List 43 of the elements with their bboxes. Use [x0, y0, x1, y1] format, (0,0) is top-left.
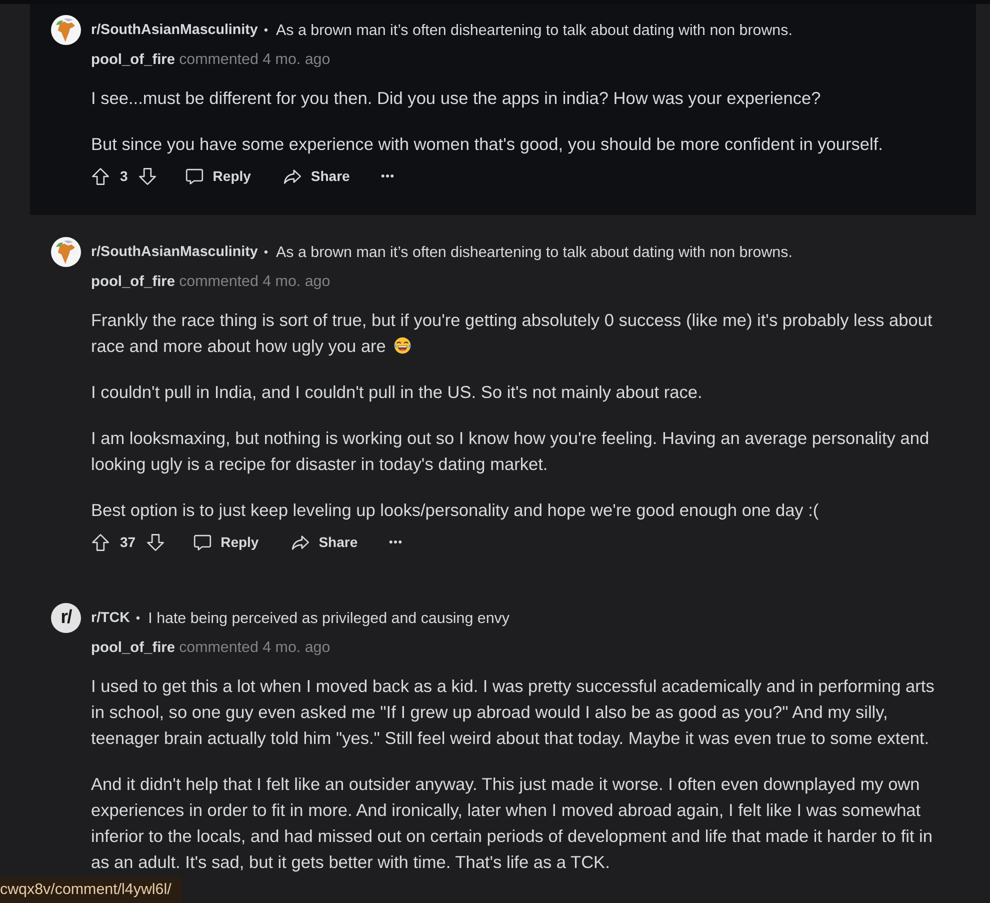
separator-dot: • — [136, 611, 140, 625]
share-button[interactable]: Share — [274, 160, 358, 192]
share-button[interactable]: Share — [282, 526, 366, 558]
link-url-status: cwqx8v/comment/l4ywl6l/ — [0, 877, 182, 903]
comment-text: But since you have some experience with women that's good, you should be more confident in yourself. — [91, 133, 884, 156]
comment-time: commented 4 mo. ago — [179, 50, 330, 70]
downvote-icon[interactable] — [146, 532, 165, 552]
comment-text: I used to get this a lot when I moved back as a kid. I was pretty successful academically and in performing arts in school, so one guy even asked me "If I grew up abroad would I also be as good as you?" And my silly, teenager brain actually told him "yes." Still feel weird about that today. Maybe it was even true to some extent. — [91, 675, 936, 750]
reply-button[interactable]: Reply — [184, 526, 267, 558]
comment-text: Best option is to just keep leveling up looks/personality and hope we're good enough one day :( — [91, 499, 820, 522]
vote-count: 3 — [120, 168, 128, 184]
more-icon[interactable] — [388, 540, 402, 544]
map-avatar-icon — [51, 15, 81, 45]
comment-icon — [192, 532, 212, 552]
reply-button[interactable]: Reply — [176, 160, 259, 192]
map-avatar-icon — [51, 237, 81, 267]
post-title-link[interactable]: As a brown man it’s often disheartening to talk about dating with non browns. — [276, 22, 792, 38]
comment-text: I am looksmaxing, but nothing is working out so I know how you're feeling. Having an average personality and looking ugly is a recipe for disaster in today's dating market. — [91, 427, 930, 476]
comment-text: Frankly the race thing is sort of true, but if you're getting absolutely 0 success (like me) it's probably less about race and more about how ugly you are — [91, 309, 934, 358]
community-avatar: r/ — [51, 603, 81, 633]
more-icon[interactable] — [380, 174, 394, 178]
comment-text: I see...must be different for you then. Did you use the apps in india? How was your experience? — [91, 87, 822, 110]
subreddit-link[interactable]: r/TCK — [91, 610, 130, 626]
username-link[interactable]: pool_of_fire — [91, 638, 176, 658]
comment-icon — [184, 166, 204, 186]
share-icon — [290, 532, 310, 552]
comment-time: commented 4 mo. ago — [179, 638, 330, 658]
username-link[interactable]: pool_of_fire — [91, 50, 176, 70]
comment-text: I couldn't pull in India, and I couldn't pull in the US. So it's not mainly about race. — [91, 381, 704, 404]
post-title-link[interactable]: As a brown man it’s often disheartening to talk about dating with non browns. — [276, 244, 792, 260]
comment-text: And it didn't help that I felt like an outsider anyway. This just made it worse. I often even downplayed my own experiences in order to fit in more. And ironically, later when I moved abroad again, I felt like I was somewhat inferior to the locals, and had missed out on certain periods of development and life that made it harder to fit in as an adult. It's sad, but it gets better with time. That's life as a TCK. — [91, 773, 934, 874]
subreddit-link[interactable]: r/SouthAsianMasculinity — [91, 244, 258, 260]
upvote-icon[interactable] — [91, 532, 110, 552]
share-icon — [282, 166, 302, 186]
username-link[interactable]: pool_of_fire — [91, 272, 176, 292]
vote-count: 37 — [120, 534, 136, 550]
subreddit-link[interactable]: r/SouthAsianMasculinity — [91, 22, 258, 38]
comment-time: commented 4 mo. ago — [179, 272, 330, 292]
downvote-icon[interactable] — [138, 166, 157, 186]
separator-dot: • — [264, 245, 268, 259]
upvote-icon[interactable] — [91, 166, 110, 186]
post-title-link[interactable]: I hate being perceived as privileged and causing envy — [148, 610, 510, 626]
separator-dot: • — [264, 23, 268, 37]
